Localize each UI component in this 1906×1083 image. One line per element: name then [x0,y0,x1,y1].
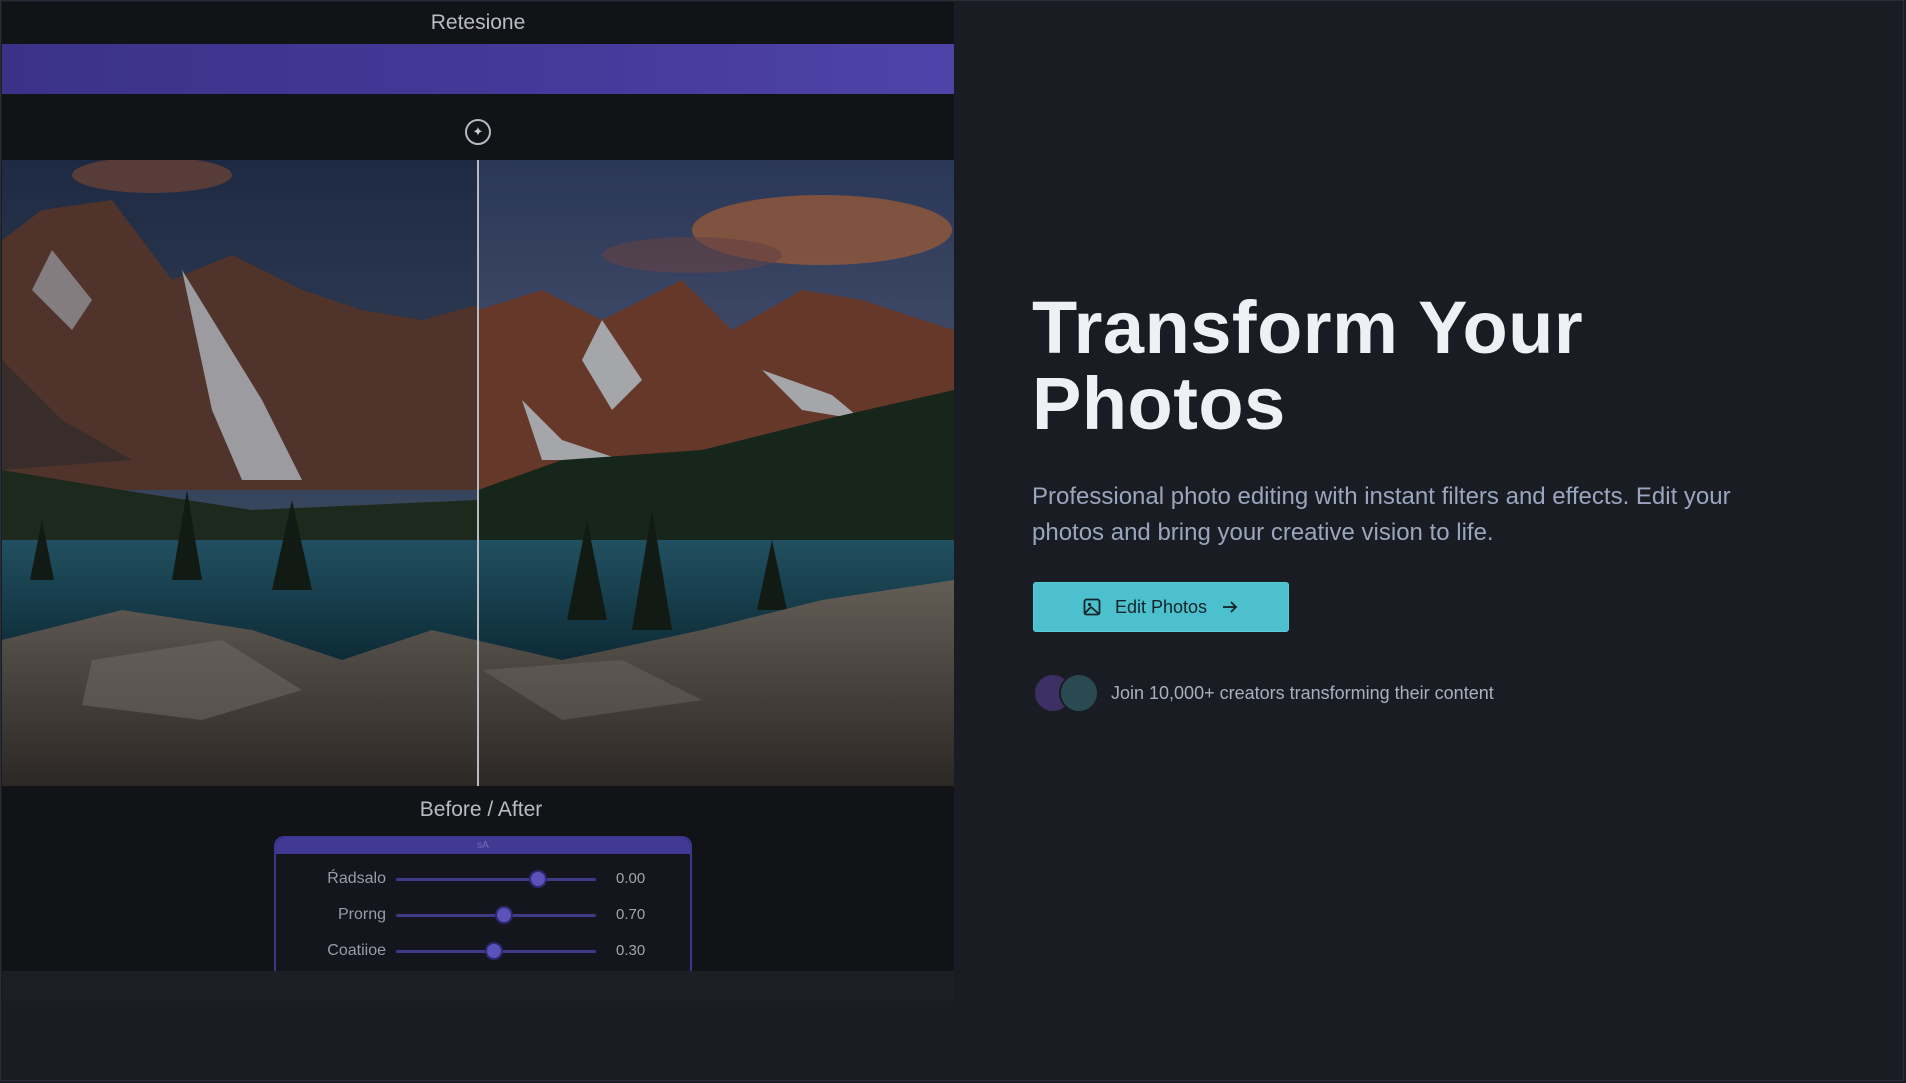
slider-thumb[interactable] [497,908,511,922]
adjustment-slider[interactable] [396,908,596,922]
slider-thumb[interactable] [531,872,545,886]
social-proof-text: Join 10,000+ creators transforming their… [1111,682,1494,703]
adjustment-panel-header: sA [276,838,690,854]
landscape-photo [2,160,954,786]
adjustment-slider[interactable] [396,944,596,958]
hero-section: Transform Your Photos Professional photo… [1032,290,1852,551]
before-after-label: Before / After [419,798,543,821]
adjustment-label: Coatiioe [327,942,386,959]
adjustment-row: Prorng 0.70 [276,900,690,930]
editor-bottom-strip [2,971,954,1001]
adjustment-row: Ŕadsalo 0.00 [276,864,690,894]
arrow-right-icon [1221,598,1239,616]
adjustment-value: 0.00 [616,870,646,887]
adjustment-row: Coatiioe 0.30 [276,936,690,966]
hero-subtitle: Professional photo editing with instant … [1032,483,1731,546]
compare-handle-icon[interactable]: ✦ [465,119,491,145]
editor-title: Retesione [430,11,526,34]
photo-editor-preview: Retesione ✦ Before / After sA Ŕadsalo 0.… [2,2,954,1000]
adjustment-value: 0.70 [616,906,646,923]
adjustment-slider[interactable] [396,872,596,886]
hero-title: Transform Your Photos [1032,286,1584,445]
adjustment-label: Ŕadsalo [327,870,386,887]
adjustment-label: Prorng [337,906,386,923]
social-proof: Join 10,000+ creators transforming their… [1033,673,1494,713]
image-icon [1083,598,1101,616]
editor-toolbar [2,44,954,94]
slider-thumb[interactable] [487,944,501,958]
edit-photos-label: Edit Photos [1114,596,1208,617]
edit-photos-button[interactable]: Edit Photos [1033,582,1289,632]
avatar [1059,673,1099,713]
adjustment-value: 0.30 [616,942,646,959]
